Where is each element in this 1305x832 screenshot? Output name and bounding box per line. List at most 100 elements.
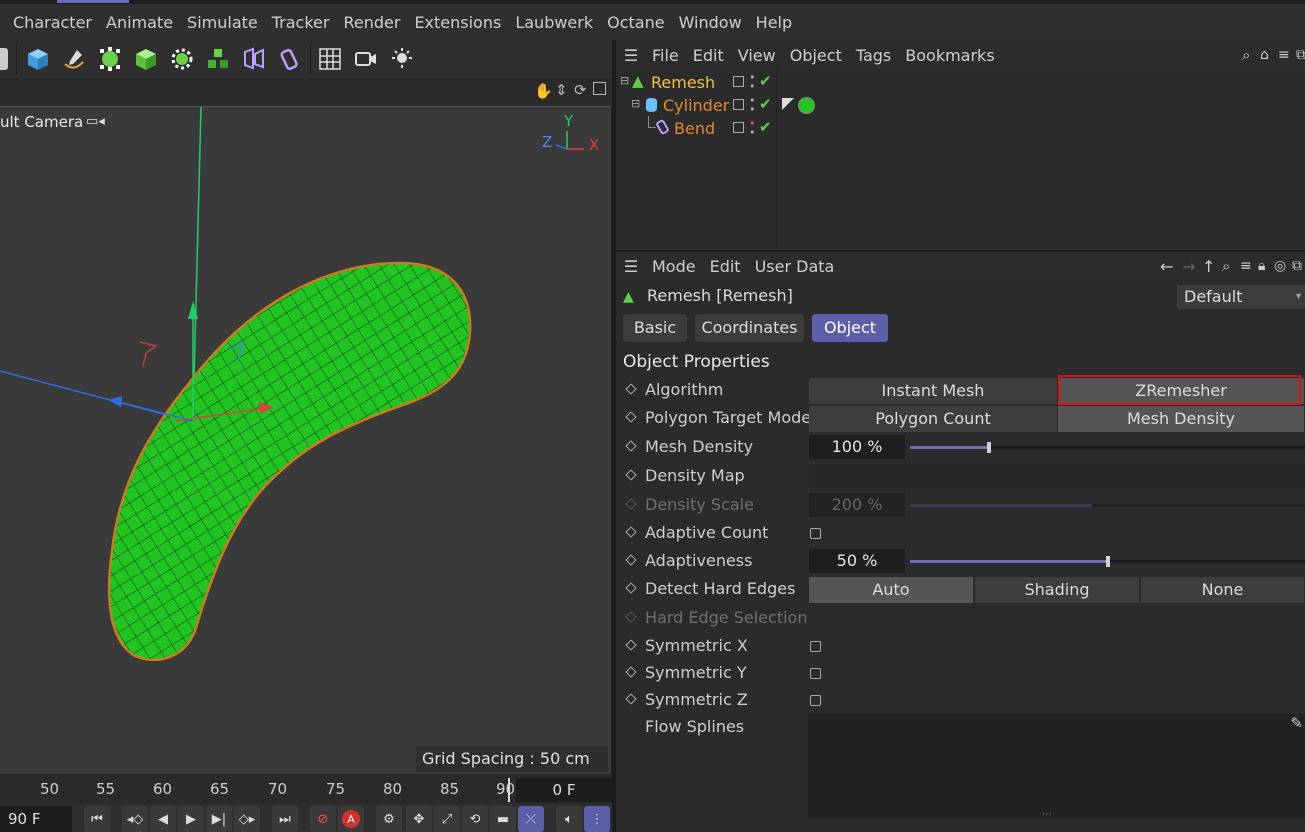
am-menu-edit[interactable]: Edit [704, 257, 749, 276]
tab-coordinates[interactable]: Coordinates [695, 314, 804, 342]
current-frame-field[interactable]: 90 F [0, 806, 72, 832]
rotate-view-icon[interactable]: ⟳ [574, 81, 587, 99]
adaptiveness-slider[interactable] [910, 556, 1305, 567]
key-move-icon[interactable]: ✥ [406, 806, 432, 832]
new-window-icon[interactable]: ⧉ [1290, 47, 1305, 63]
go-to-end-icon[interactable]: ⏭ [272, 806, 298, 832]
menu-octane[interactable]: Octane [600, 13, 671, 32]
om-menu-object[interactable]: Object [784, 46, 850, 65]
next-key-icon[interactable]: ◇▸ [234, 806, 260, 832]
new-window-icon[interactable]: ⧉ [1286, 258, 1305, 274]
sound-icon[interactable]: 🔈︎ [556, 806, 582, 832]
hard-edges-auto-button[interactable]: Auto [809, 577, 974, 603]
enabled-check-icon[interactable]: ✔ [759, 72, 772, 90]
cube-icon[interactable] [22, 43, 54, 75]
keyframe-diamond-icon[interactable] [625, 440, 637, 452]
menu-tracker[interactable]: Tracker [265, 13, 337, 32]
keyframe-diamond-icon[interactable] [625, 693, 637, 705]
keyframe-diamond-icon[interactable] [625, 383, 637, 395]
keyframe-diamond-icon[interactable] [625, 582, 637, 594]
phong-tag-icon[interactable] [782, 98, 794, 110]
preset-dropdown[interactable]: Default ▾ [1177, 285, 1305, 309]
keyframe-diamond-icon[interactable] [625, 469, 637, 481]
menu-window[interactable]: Window [672, 13, 749, 32]
pan-hand-icon[interactable]: ✋ [534, 82, 553, 100]
object-name[interactable]: Cylinder [663, 96, 729, 115]
layer-icon[interactable] [733, 76, 744, 87]
am-menu-userdata[interactable]: User Data [749, 257, 843, 276]
go-to-start-icon[interactable]: ⏮ [84, 806, 110, 832]
record-keys-icon[interactable]: ⊘ [310, 806, 336, 832]
end-frame-field[interactable]: 0 F [516, 778, 612, 802]
green-cube-icon[interactable] [130, 43, 162, 75]
move-view-icon[interactable]: ⇕ [555, 81, 568, 99]
mesh-density-slider[interactable] [910, 442, 1305, 453]
play-icon[interactable]: ▶ [178, 806, 204, 832]
key-scale-icon[interactable]: ⤢ [434, 806, 460, 832]
om-menu-view[interactable]: View [732, 46, 784, 65]
material-tag-icon[interactable] [798, 97, 815, 114]
key-settings-icon[interactable]: ⚙ [376, 806, 402, 832]
symmetric-x-checkbox[interactable] [810, 641, 821, 652]
remesh-bend-object[interactable] [80, 241, 500, 681]
polygon-count-button[interactable]: Polygon Count [809, 406, 1058, 432]
object-name[interactable]: Bend [674, 119, 715, 138]
mesh-density-field[interactable]: 100 % [809, 435, 905, 459]
tab-basic[interactable]: Basic [623, 314, 687, 342]
keyframe-diamond-icon[interactable] [625, 554, 637, 566]
menu-laubwerk[interactable]: Laubwerk [508, 13, 600, 32]
edit-pencil-icon[interactable]: ✎ [1290, 714, 1303, 732]
om-menu-tags[interactable]: Tags [850, 46, 899, 65]
object-row-cylinder[interactable]: ⊟ Cylinder • • ✔ [616, 95, 1305, 118]
visibility-dots-icon[interactable]: • • [749, 118, 756, 138]
keyframe-diamond-icon[interactable] [625, 411, 637, 423]
om-menu-bookmarks[interactable]: Bookmarks [899, 46, 1002, 65]
3d-viewport[interactable] [0, 106, 612, 774]
layer-icon[interactable] [733, 99, 744, 110]
pen-spline-icon[interactable] [58, 43, 90, 75]
slider-knob[interactable] [987, 442, 991, 453]
maximize-view-icon[interactable] [593, 82, 606, 95]
grid-floor-icon[interactable] [314, 43, 346, 75]
om-menu-file[interactable]: File [646, 46, 687, 65]
object-name[interactable]: Remesh [651, 73, 715, 92]
object-row-remesh[interactable]: ⊟ ▲ Remesh • • ✔ [616, 72, 1305, 95]
collapse-icon[interactable]: ⊟ [620, 74, 629, 87]
mesh-density-button[interactable]: Mesh Density [1058, 406, 1305, 432]
resize-handle[interactable]: ⋯ [1042, 809, 1052, 820]
timeline-settings-icon[interactable]: ⋮ [584, 806, 610, 832]
hard-edges-shading-button[interactable]: Shading [975, 577, 1140, 603]
menu-simulate[interactable]: Simulate [180, 13, 265, 32]
keyframe-diamond-icon[interactable] [625, 639, 637, 651]
next-frame-icon[interactable]: ▶| [206, 806, 232, 832]
gear-cloner-icon[interactable] [166, 43, 198, 75]
symmetric-z-checkbox[interactable] [810, 695, 821, 706]
keyframe-diamond-icon[interactable] [625, 526, 637, 538]
hamburger-menu-icon[interactable]: ☰ [616, 46, 646, 65]
om-menu-edit[interactable]: Edit [687, 46, 732, 65]
prev-frame-icon[interactable]: ◀ [150, 806, 176, 832]
playhead[interactable] [508, 778, 510, 802]
menu-character[interactable]: Character [6, 13, 99, 32]
menu-extensions[interactable]: Extensions [407, 13, 508, 32]
density-map-link-field[interactable] [809, 464, 1305, 488]
symmetric-y-checkbox[interactable] [810, 668, 821, 679]
bend-deformer-icon[interactable] [274, 43, 306, 75]
menu-animate[interactable]: Animate [99, 13, 180, 32]
light-icon[interactable] [386, 43, 418, 75]
algorithm-instant-mesh-button[interactable]: Instant Mesh [809, 378, 1058, 404]
menu-help[interactable]: Help [749, 13, 799, 32]
hard-edges-none-button[interactable]: None [1141, 577, 1305, 603]
visibility-dots-icon[interactable]: • • [749, 95, 756, 115]
key-pla-icon[interactable]: ⤫ [518, 806, 544, 832]
adaptive-count-checkbox[interactable] [810, 528, 821, 539]
adaptiveness-field[interactable]: 50 % [809, 549, 905, 573]
flow-splines-list[interactable]: ✎ ⋯ [808, 714, 1305, 820]
am-menu-mode[interactable]: Mode [646, 257, 704, 276]
subdivision-icon[interactable] [94, 43, 126, 75]
key-rotate-icon[interactable]: ⟲ [462, 806, 488, 832]
camera-icon[interactable] [350, 43, 382, 75]
autokey-icon[interactable]: A [338, 806, 364, 832]
visibility-dots-icon[interactable]: • • [749, 72, 756, 92]
tab-object[interactable]: Object [812, 314, 888, 342]
